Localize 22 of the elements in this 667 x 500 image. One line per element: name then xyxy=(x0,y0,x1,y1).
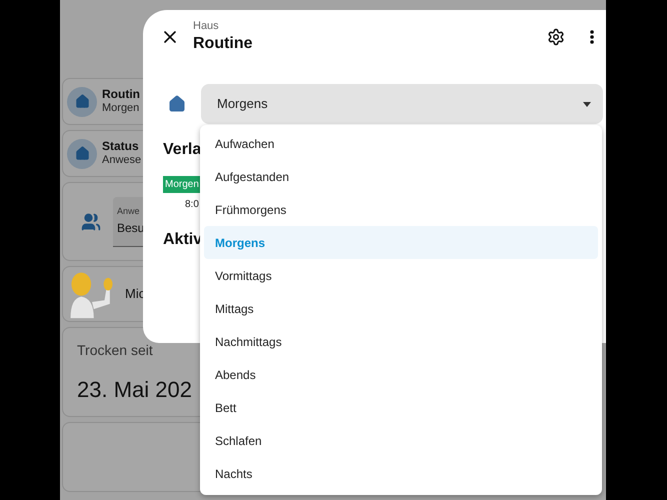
home-icon xyxy=(67,86,97,116)
entity-state: Anwese xyxy=(102,154,142,168)
card-title: Trocken seit xyxy=(77,341,153,360)
time-label: 8:0 xyxy=(185,198,200,212)
home-icon xyxy=(67,138,97,168)
field-value: Besu xyxy=(117,220,146,237)
date-value: 23. Mai 202 xyxy=(77,376,192,404)
people-icon xyxy=(81,212,101,232)
entity-name: Routin xyxy=(102,87,140,102)
home-icon xyxy=(168,95,186,113)
dialog-title: Routine xyxy=(193,34,253,54)
caret-icon xyxy=(583,102,591,106)
settings-icon xyxy=(547,28,565,46)
field-label: Anwe xyxy=(117,205,141,218)
section-heading: Aktiv xyxy=(163,230,200,250)
more-icon xyxy=(590,30,594,44)
entity-state: Morgen xyxy=(102,102,140,116)
section-heading: Verla xyxy=(163,140,200,160)
state-chip: Morgen xyxy=(163,176,200,193)
dialog-subtitle: Haus xyxy=(193,20,220,34)
entity-name: Status xyxy=(102,139,140,154)
routine-select[interactable]: Morgens xyxy=(201,84,603,124)
